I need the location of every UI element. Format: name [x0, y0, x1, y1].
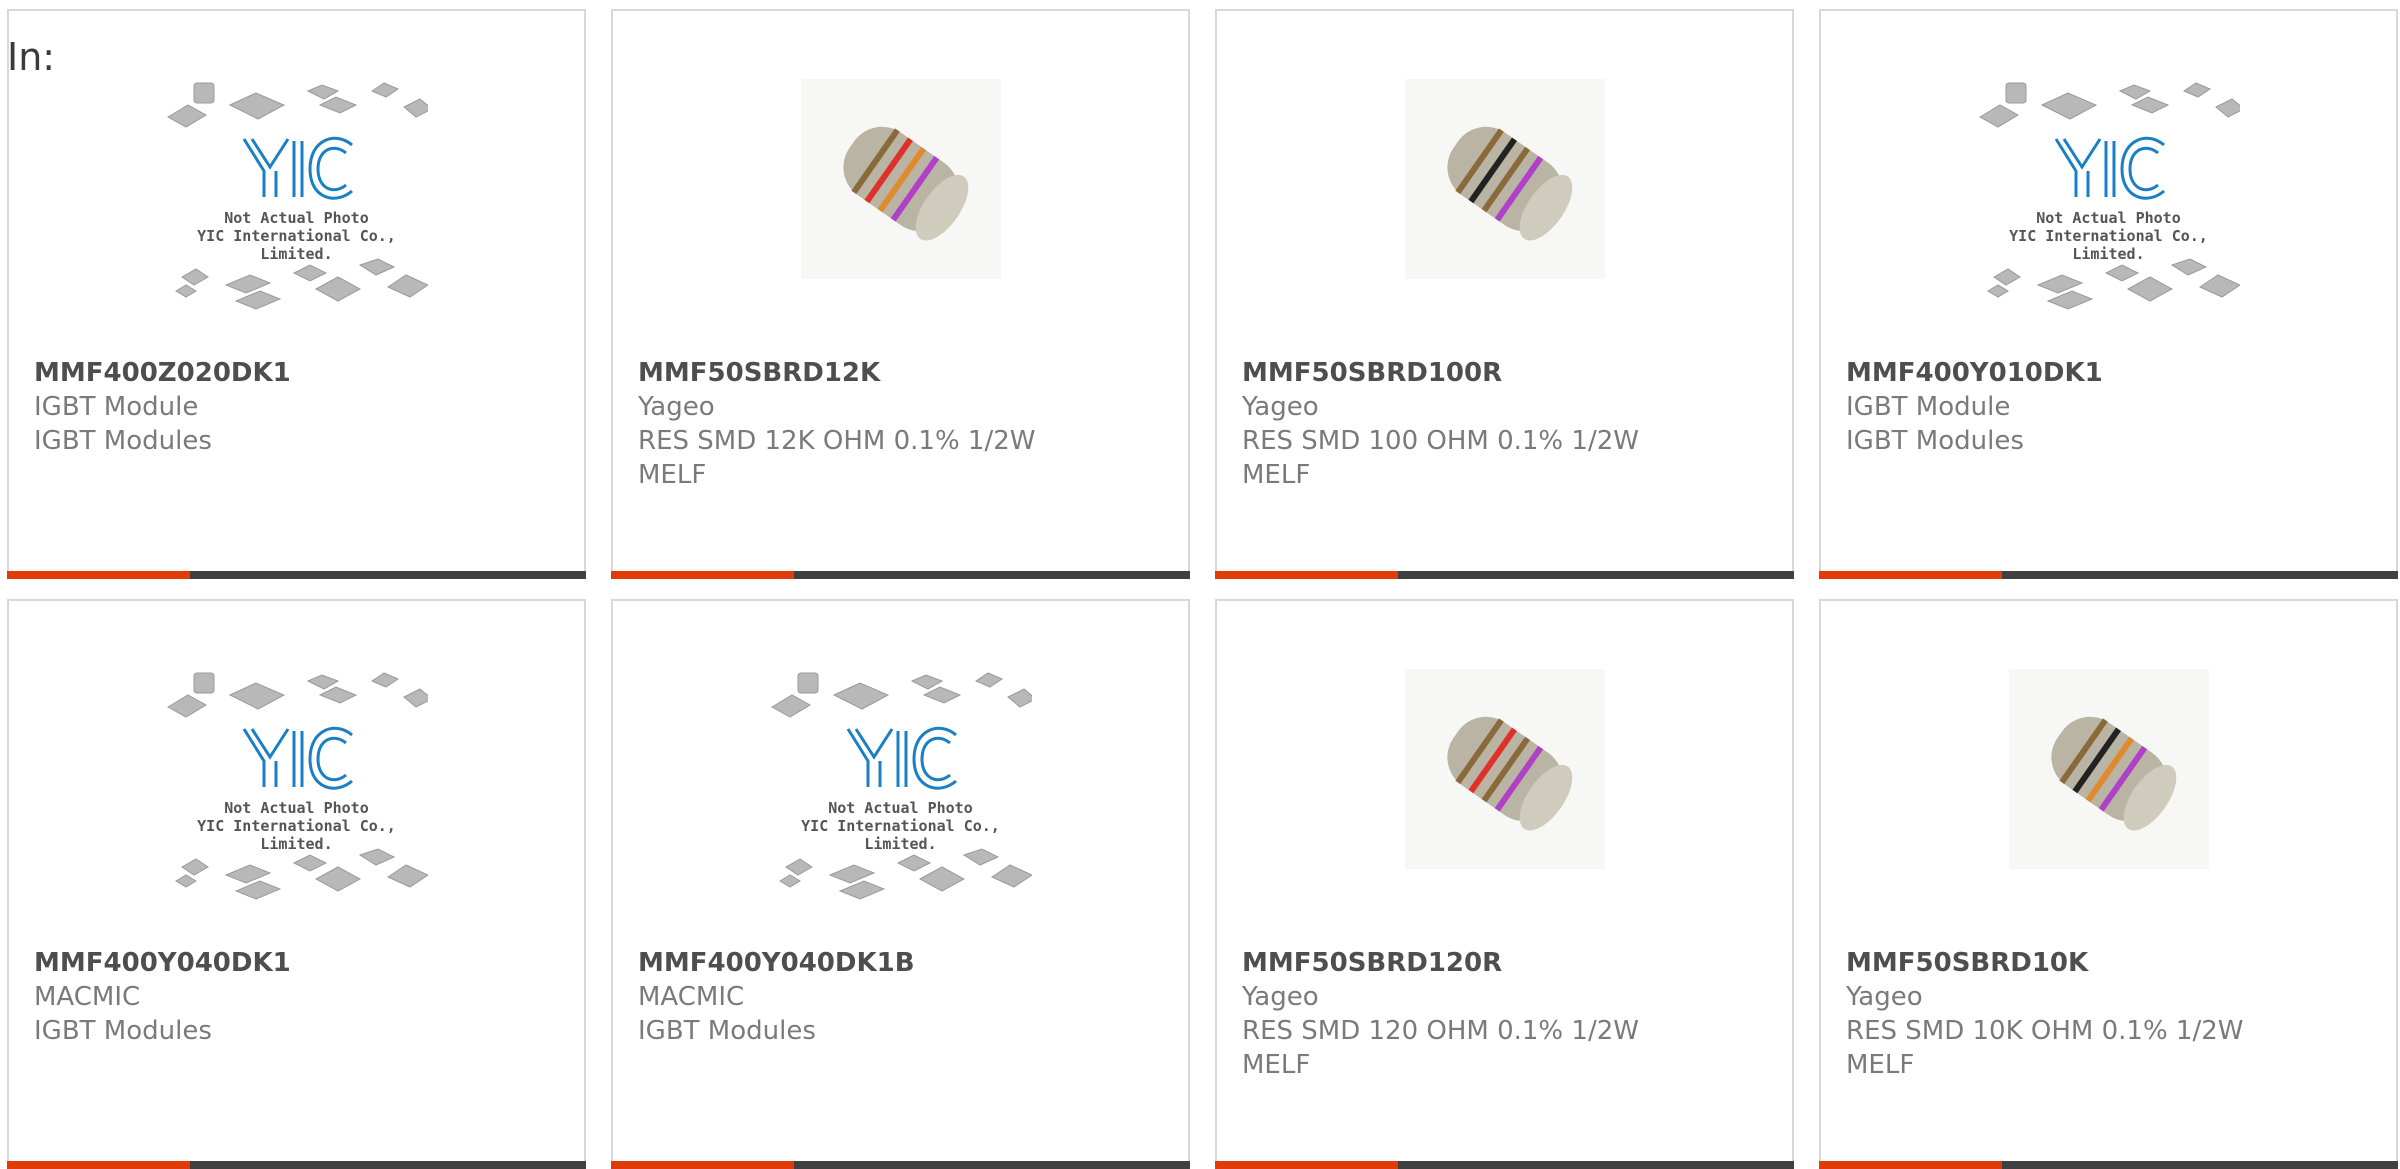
product-info: MMF50SBRD12K Yageo RES SMD 12K OHM 0.1% 1/… — [638, 356, 1178, 492]
product-thumbnail[interactable]: Not Actual Photo YIC International Co., … — [9, 669, 584, 934]
card-footer-bar — [1215, 571, 1794, 579]
product-card[interactable]: MMF50SBRD12K Yageo RES SMD 12K OHM 0.1% 1/… — [611, 9, 1190, 579]
product-info: MMF50SBRD100R Yageo RES SMD 100 OHM 0.1% 1… — [1242, 356, 1782, 492]
card-accent-strip — [1819, 571, 2002, 579]
description: RES SMD 100 OHM 0.1% 1/2W — [1242, 426, 1639, 456]
placeholder-caption-line2: YIC International Co., Limited. — [197, 817, 396, 853]
product-card[interactable]: Not Actual Photo YIC International Co., … — [7, 599, 586, 1169]
placeholder-caption-line1: Not Actual Photo — [224, 209, 369, 227]
resistor-image — [800, 79, 1001, 279]
card-accent-strip — [611, 1161, 794, 1169]
card-footer-bar — [611, 571, 1190, 579]
package: MELF — [1242, 460, 1311, 490]
manufacturer: MACMIC — [34, 982, 141, 1012]
resistor-image — [1404, 79, 1605, 279]
placeholder-caption-line2: YIC International Co., Limited. — [801, 817, 1000, 853]
description: IGBT Modules — [34, 426, 212, 456]
description: IGBT Modules — [1846, 426, 2024, 456]
manufacturer: Yageo — [638, 392, 715, 422]
product-card[interactable]: MMF50SBRD100R Yageo RES SMD 100 OHM 0.1% 1… — [1215, 9, 1794, 579]
not-actual-photo-image: Not Actual Photo YIC International Co., … — [1978, 79, 2240, 314]
product-thumbnail[interactable]: Not Actual Photo YIC International Co., … — [613, 669, 1188, 934]
page-heading: In: — [7, 35, 56, 79]
manufacturer: Yageo — [1242, 982, 1319, 1012]
product-info: MMF400Y040DK1 MACMIC IGBT Modules — [34, 946, 574, 1048]
product-card[interactable]: Not Actual Photo YIC International Co., … — [1819, 9, 2398, 579]
card-footer-bar — [1819, 571, 2398, 579]
not-actual-photo-image: Not Actual Photo YIC International Co., … — [166, 669, 428, 904]
manufacturer: IGBT Module — [34, 392, 199, 422]
description: RES SMD 120 OHM 0.1% 1/2W — [1242, 1016, 1639, 1046]
placeholder-caption-line1: Not Actual Photo — [828, 799, 973, 817]
description: RES SMD 10K OHM 0.1% 1/2W — [1846, 1016, 2244, 1046]
description: IGBT Modules — [638, 1016, 816, 1046]
product-info: MMF50SBRD120R Yageo RES SMD 120 OHM 0.1% 1… — [1242, 946, 1782, 1082]
not-actual-photo-image: Not Actual Photo YIC International Co., … — [166, 79, 428, 314]
product-thumbnail[interactable] — [1821, 669, 2396, 934]
part-number[interactable]: MMF400Y040DK1B — [638, 946, 1178, 980]
description: RES SMD 12K OHM 0.1% 1/2W — [638, 426, 1036, 456]
product-card[interactable]: MMF50SBRD10K Yageo RES SMD 10K OHM 0.1% 1/… — [1819, 599, 2398, 1169]
part-number[interactable]: MMF50SBRD100R — [1242, 356, 1782, 390]
manufacturer: MACMIC — [638, 982, 745, 1012]
part-number[interactable]: MMF400Y040DK1 — [34, 946, 574, 980]
product-thumbnail[interactable] — [613, 79, 1188, 344]
product-thumbnail[interactable] — [1217, 79, 1792, 344]
placeholder-caption-line1: Not Actual Photo — [2036, 209, 2181, 227]
card-footer-bar — [7, 571, 586, 579]
product-thumbnail[interactable]: Not Actual Photo YIC International Co., … — [9, 79, 584, 344]
card-footer-bar — [7, 1161, 586, 1169]
part-number[interactable]: MMF400Z020DK1 — [34, 356, 574, 390]
card-accent-strip — [7, 1161, 190, 1169]
card-accent-strip — [1215, 1161, 1398, 1169]
card-accent-strip — [1819, 1161, 2002, 1169]
package: MELF — [638, 460, 707, 490]
product-info: MMF400Y010DK1 IGBT Module IGBT Modules — [1846, 356, 2386, 458]
card-footer-bar — [611, 1161, 1190, 1169]
product-thumbnail[interactable] — [1217, 669, 1792, 934]
product-thumbnail[interactable]: Not Actual Photo YIC International Co., … — [1821, 79, 2396, 344]
manufacturer: Yageo — [1242, 392, 1319, 422]
part-number[interactable]: MMF50SBRD12K — [638, 356, 1178, 390]
placeholder-caption-line2: YIC International Co., Limited. — [197, 227, 396, 263]
product-card[interactable]: MMF50SBRD120R Yageo RES SMD 120 OHM 0.1% 1… — [1215, 599, 1794, 1169]
placeholder-caption-line1: Not Actual Photo — [224, 799, 369, 817]
card-accent-strip — [1215, 571, 1398, 579]
description: IGBT Modules — [34, 1016, 212, 1046]
card-accent-strip — [7, 571, 190, 579]
package: MELF — [1846, 1050, 1915, 1080]
card-footer-bar — [1215, 1161, 1794, 1169]
card-accent-strip — [611, 571, 794, 579]
product-info: MMF400Y040DK1B MACMIC IGBT Modules — [638, 946, 1178, 1048]
product-card[interactable]: Not Actual Photo YIC International Co., … — [7, 9, 586, 579]
not-actual-photo-image: Not Actual Photo YIC International Co., … — [770, 669, 1032, 904]
card-footer-bar — [1819, 1161, 2398, 1169]
product-info: MMF50SBRD10K Yageo RES SMD 10K OHM 0.1% 1/… — [1846, 946, 2386, 1082]
manufacturer: IGBT Module — [1846, 392, 2011, 422]
product-card[interactable]: Not Actual Photo YIC International Co., … — [611, 599, 1190, 1169]
part-number[interactable]: MMF50SBRD10K — [1846, 946, 2386, 980]
manufacturer: Yageo — [1846, 982, 1923, 1012]
product-info: MMF400Z020DK1 IGBT Module IGBT Modules — [34, 356, 574, 458]
placeholder-caption-line2: YIC International Co., Limited. — [2009, 227, 2208, 263]
resistor-image — [1404, 669, 1605, 869]
part-number[interactable]: MMF400Y010DK1 — [1846, 356, 2386, 390]
package: MELF — [1242, 1050, 1311, 1080]
part-number[interactable]: MMF50SBRD120R — [1242, 946, 1782, 980]
resistor-image — [2008, 669, 2209, 869]
